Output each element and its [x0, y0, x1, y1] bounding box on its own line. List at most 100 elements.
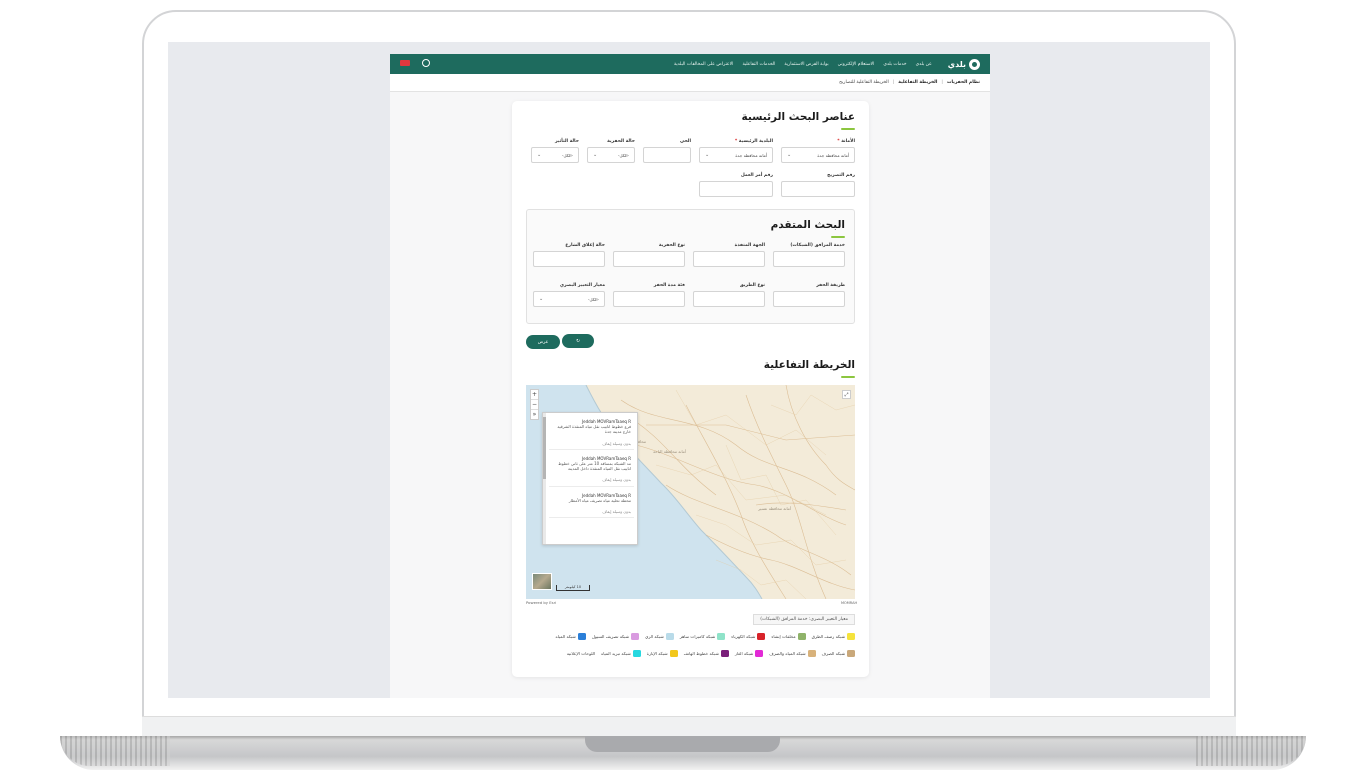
- field-district: الحي: [643, 139, 691, 163]
- field-duration-category: فئة مدة الحفر: [613, 283, 685, 307]
- legend-item: شبكة الغاز: [735, 650, 764, 657]
- laptop-speaker-right: [1196, 736, 1306, 766]
- field-label: حالة إغلاق الشارع: [565, 243, 605, 248]
- field-amanah: الأمانة * أمانة محافظة جدة ⌄: [781, 139, 855, 163]
- duration-category-select[interactable]: [613, 291, 685, 307]
- zoom-in-button[interactable]: +: [531, 390, 538, 400]
- legend-item: اللوحات الإعلانية: [566, 651, 596, 656]
- impact-status-select[interactable]: -الكل- ⌄: [531, 147, 579, 163]
- nav-item-violations[interactable]: الاعتراض على المخالفات البلدية: [674, 62, 734, 67]
- street-closure-select[interactable]: [533, 251, 605, 267]
- excavation-status-select[interactable]: -الكل- ⌄: [587, 147, 635, 163]
- visual-criteria-select[interactable]: -الكل- ⌄: [533, 291, 605, 307]
- search-card: عناصر البحث الرئيسية الأمانة * أمانة محا…: [512, 101, 869, 677]
- nav-item-interactive[interactable]: الخدمات التفاعلية: [742, 62, 775, 67]
- legend-item: شبكة كاميرات ساهر: [680, 633, 726, 640]
- legend-swatch: [669, 650, 678, 657]
- result-item[interactable]: Jeddah MOVRamTaaeq R مد الشبكة بمسافة 10…: [549, 453, 634, 487]
- chevron-down-icon: ⌄: [537, 152, 542, 158]
- brand-name: بلدي: [947, 59, 966, 69]
- breadcrumb: نظام الحفريات | الخريطة التفاعلية | الخر…: [390, 74, 990, 92]
- legend-swatch: [847, 633, 855, 640]
- interactive-map[interactable]: محافظة جدة أمانة محافظة الباحة أمانة محا…: [526, 385, 855, 599]
- legend-title: معيار التعبير البصري: خدمة المرافق (الشب…: [753, 614, 855, 625]
- legend-swatch: [720, 650, 729, 657]
- legend-item: مخلفات إنشاء: [771, 633, 806, 640]
- legend-swatch: [577, 633, 586, 640]
- field-excavation-status: حالة الحفرية -الكل- ⌄: [587, 139, 635, 163]
- legend-item: شبكة الكهرباء: [731, 633, 766, 640]
- amanah-select[interactable]: أمانة محافظة جدة ⌄: [781, 147, 855, 163]
- zoom-controls: + − «: [530, 389, 539, 420]
- legend-swatch: [717, 633, 726, 640]
- field-impact-status: حالة التأثير -الكل- ⌄: [531, 139, 579, 163]
- legend-item: شبكة رصف الطرق: [812, 633, 855, 640]
- result-item[interactable]: Jeddah MOVRamTaaeq R محطة تحلية مياه تصر…: [549, 490, 634, 519]
- show-button[interactable]: عرض: [526, 335, 560, 349]
- result-item[interactable]: Jeddah MOVRamTaaeq R فرع خطوط انابيب نقل…: [549, 416, 634, 450]
- field-label: نوع الحفرية: [658, 243, 685, 248]
- executing-entity-select[interactable]: [693, 251, 765, 267]
- nav-item-inquiry[interactable]: الاستعلام الإلكتروني: [838, 62, 875, 67]
- collapse-panel-button[interactable]: «: [531, 410, 538, 419]
- map-label-asir: أمانة محافظة عسير: [757, 506, 791, 511]
- map-scale-bar: 10 كيلومتر: [556, 585, 590, 591]
- field-label: الحي: [679, 139, 691, 144]
- legend-item: شبكة تبريد المياه: [601, 650, 641, 657]
- work-order-input[interactable]: [699, 181, 773, 197]
- refresh-icon: ↻: [576, 338, 580, 344]
- nav-item-investment[interactable]: بوابة الفرص الاستثمارية: [784, 62, 828, 67]
- advanced-search-title: البحث المتقدم: [770, 219, 845, 231]
- chevron-down-icon: ⌄: [593, 152, 598, 158]
- district-input[interactable]: [643, 147, 691, 163]
- results-panel: Jeddah MOVRamTaaeq R فرع خطوط انابيب نقل…: [542, 412, 638, 545]
- app-window: بلدي عن بلدي خدمات بلدي الاستعلام الإلكت…: [390, 54, 990, 698]
- title-underline: [831, 236, 845, 238]
- zoom-out-button[interactable]: −: [531, 400, 538, 410]
- nav-item-services[interactable]: خدمات بلدي: [883, 62, 906, 67]
- field-municipality: البلدية الرئيسية * أمانة محافظة جدة ⌄: [699, 139, 773, 163]
- excavation-method-select[interactable]: [773, 291, 845, 307]
- legend-swatch: [755, 650, 764, 657]
- language-flag-icon[interactable]: [400, 60, 410, 66]
- breadcrumb-separator: |: [892, 80, 895, 85]
- field-label: الأمانة *: [837, 139, 855, 144]
- legend-item: شبكة المياه والصرف: [769, 650, 816, 657]
- laptop-chin: [142, 716, 1236, 736]
- legend-swatch: [665, 633, 674, 640]
- excavation-type-select[interactable]: [613, 251, 685, 267]
- road-type-select[interactable]: [693, 291, 765, 307]
- permit-number-input[interactable]: [781, 181, 855, 197]
- field-label: طريقة الحفر: [816, 283, 845, 288]
- basemap-toggle-thumbnail[interactable]: [532, 573, 552, 590]
- title-underline: [841, 128, 855, 130]
- legend-swatch: [631, 633, 640, 640]
- field-utility-service: خدمة المرافق (الشبكات): [773, 243, 845, 267]
- panel-scrollbar[interactable]: [543, 413, 546, 544]
- breadcrumb-current[interactable]: الخريطة التفاعلية: [898, 80, 937, 85]
- map-label-baha: أمانة محافظة الباحة: [653, 449, 686, 454]
- field-label: معيار التعبير البصري: [559, 283, 605, 288]
- title-underline: [841, 376, 855, 378]
- field-permit-number: رقم التصريح: [781, 173, 855, 197]
- browser-viewport: بلدي عن بلدي خدمات بلدي الاستعلام الإلكت…: [168, 42, 1210, 698]
- laptop-speaker-left: [60, 736, 170, 766]
- logout-icon[interactable]: [422, 59, 430, 67]
- chevron-down-icon: ⌄: [539, 296, 544, 302]
- legend-item: شبكة الإنارة: [647, 650, 678, 657]
- field-label: رقم أمر العمل: [740, 173, 773, 178]
- municipality-select[interactable]: أمانة محافظة جدة ⌄: [699, 147, 773, 163]
- fullscreen-icon[interactable]: ⤢: [842, 390, 851, 399]
- reset-button[interactable]: ↻: [562, 334, 594, 348]
- main-search-title: عناصر البحث الرئيسية: [741, 111, 855, 123]
- nav-item-about[interactable]: عن بلدي: [916, 62, 932, 67]
- brand-logo[interactable]: بلدي: [947, 58, 980, 70]
- legend-item: شبكة خطوط الهاتف: [684, 650, 729, 657]
- field-label: حالة التأثير: [554, 139, 579, 144]
- field-label: خدمة المرافق (الشبكات): [790, 243, 845, 248]
- chevron-down-icon: ⌄: [787, 152, 792, 158]
- utility-service-select[interactable]: [773, 251, 845, 267]
- top-left-actions: [400, 59, 430, 67]
- legend-swatch: [847, 650, 855, 657]
- breadcrumb-root[interactable]: نظام الحفريات: [947, 80, 980, 85]
